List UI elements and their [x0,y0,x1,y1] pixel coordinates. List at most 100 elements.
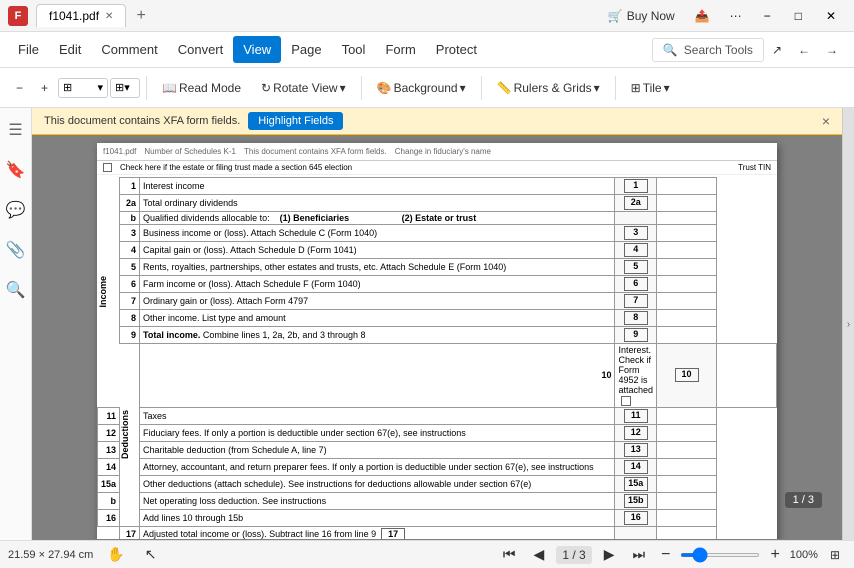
row-1-input[interactable] [657,178,717,195]
search-tools-box[interactable]: 🔍 Search Tools [652,38,764,62]
minimize-btn[interactable]: − [754,5,781,27]
sidebar-nav-icon[interactable]: ☰ [4,116,26,144]
menu-edit[interactable]: Edit [49,36,91,63]
background-btn[interactable]: 🎨 Background ▾ [368,76,475,100]
row-num-17: 17 [120,526,140,539]
zoom-in-btn[interactable]: + [33,77,56,99]
read-mode-btn[interactable]: 📖 Read Mode [153,76,250,100]
menu-view[interactable]: View [233,36,281,63]
row-15a-input[interactable] [657,475,717,492]
row-2a-input[interactable] [657,195,717,212]
row-16-label: Add lines 10 through 15b [140,509,615,526]
new-tab-btn[interactable]: + [128,3,153,29]
table-row: 8 Other income. List type and amount 8 [98,310,777,327]
row-15b-input[interactable] [657,492,717,509]
external-link-btn[interactable]: ↗ [764,39,790,61]
form-header-text-2: Number of Schedules K-1 [144,147,236,156]
next-page-btn[interactable]: ▶ [598,544,621,565]
table-row: 15a Other deductions (attach schedule). … [98,475,777,492]
tile-btn[interactable]: ⊞ Tile ▾ [622,76,679,100]
row-6-input[interactable] [657,276,717,293]
row-17-input[interactable] [657,526,717,539]
sidebar-attachment-icon[interactable]: 📎 [2,236,30,264]
row-4-input[interactable] [657,242,717,259]
arrow-tool-btn[interactable]: ↖ [139,544,163,565]
row-13-input[interactable] [657,441,717,458]
tile-label: Tile [643,81,662,95]
table-row: 17 Adjusted total income or (loss). Subt… [98,526,777,539]
row-5-input[interactable] [657,259,717,276]
row-12-input[interactable] [657,424,717,441]
hand-tool-btn[interactable]: ✋ [101,544,130,565]
row-13-col: 13 [615,441,657,458]
fit-page-btn[interactable]: ⊞ [824,546,846,564]
first-page-btn[interactable]: ⏮ [497,544,522,565]
right-sidebar-toggle[interactable]: › [842,108,854,540]
menu-form[interactable]: Form [375,36,425,63]
form-header-text-4: Change in fiduciary's name [395,147,491,156]
tile-icon: ⊞ [631,81,641,95]
menu-convert[interactable]: Convert [168,36,234,63]
row-11-input[interactable] [657,407,717,424]
tab-bar: f1041.pdf ✕ + [36,3,154,29]
menu-file[interactable]: File [8,36,49,63]
table-row: Deductions 10 Interest. Check if Form 49… [98,344,777,408]
prev-page-btn[interactable]: ◀ [528,544,551,565]
row-10-input[interactable] [717,344,777,408]
zoom-in-status-btn[interactable]: + [766,546,783,564]
highlight-fields-btn[interactable]: Highlight Fields [248,112,343,130]
row-8-label: Other income. List type and amount [140,310,615,327]
maximize-btn[interactable]: □ [785,5,812,27]
layout-selector[interactable]: ⊞ ▾ [110,78,140,98]
sidebar-bookmark-icon[interactable]: 🔖 [2,156,30,184]
view-mode-selector[interactable]: ⊞ ▾ [58,78,108,98]
pdf-tab[interactable]: f1041.pdf ✕ [36,4,126,27]
close-xfa-btn[interactable]: × [822,113,830,129]
row-7-input[interactable] [657,293,717,310]
trust-tin-label: Trust TIN [738,163,771,172]
row-2a-label: Total ordinary dividends [140,195,615,212]
table-row: 6 Farm income or (loss). Attach Schedule… [98,276,777,293]
more-btn[interactable]: ⋯ [722,5,750,27]
app-icon: F [8,6,28,26]
row-num-2b: b [120,212,140,225]
zoom-slider[interactable] [680,553,760,557]
row-2b-col [615,212,657,225]
nav-forward-btn[interactable]: → [818,39,846,61]
row-16-input[interactable] [657,509,717,526]
pdf-wrapper[interactable]: f1041.pdf Number of Schedules K-1 This d… [32,135,842,539]
row-2b-input[interactable] [657,212,717,225]
row-3-input[interactable] [657,225,717,242]
row-8-input[interactable] [657,310,717,327]
menu-page[interactable]: Page [281,36,331,63]
rotate-view-btn[interactable]: ↻ Rotate View ▾ [252,76,355,100]
status-bar: 21.59 × 27.94 cm ✋ ↖ ⏮ ◀ 1 / 3 ▶ ⏭ − + 1… [0,540,854,568]
menu-comment[interactable]: Comment [91,36,167,63]
page-counter-float: 1 / 3 [785,492,822,508]
rulers-grids-btn[interactable]: 📏 Rulers & Grids ▾ [488,76,609,100]
row-5-label: Rents, royalties, partnerships, other es… [140,259,615,276]
row-9-input[interactable] [657,327,717,344]
buy-now-btn[interactable]: 🛒 Buy Now [600,5,683,27]
row-6-label: Farm income or (loss). Attach Schedule F… [140,276,615,293]
row-4-col: 4 [615,242,657,259]
menu-tool[interactable]: Tool [332,36,376,63]
sidebar-comment-icon[interactable]: 💬 [2,196,30,224]
menu-protect[interactable]: Protect [426,36,487,63]
form-header-text-3: This document contains XFA form fields. [244,147,387,156]
row-14-input[interactable] [657,458,717,475]
nav-back-btn[interactable]: ← [790,39,818,61]
row-13-label: Charitable deduction (from Schedule A, l… [140,441,615,458]
row-10-col: 10 [657,344,717,408]
row-16-col: 16 [615,509,657,526]
share-btn[interactable]: 📤 [687,5,718,27]
last-page-btn[interactable]: ⏭ [627,544,652,565]
row-14-col: 14 [615,458,657,475]
sidebar-search-icon[interactable]: 🔍 [2,276,30,304]
zoom-out-btn[interactable]: − [8,77,31,99]
form-header: f1041.pdf Number of Schedules K-1 This d… [97,143,777,161]
tab-close-btn[interactable]: ✕ [105,11,113,22]
zoom-out-status-btn[interactable]: − [657,546,674,564]
close-btn[interactable]: ✕ [816,5,846,27]
row-11-label: Taxes [140,407,615,424]
